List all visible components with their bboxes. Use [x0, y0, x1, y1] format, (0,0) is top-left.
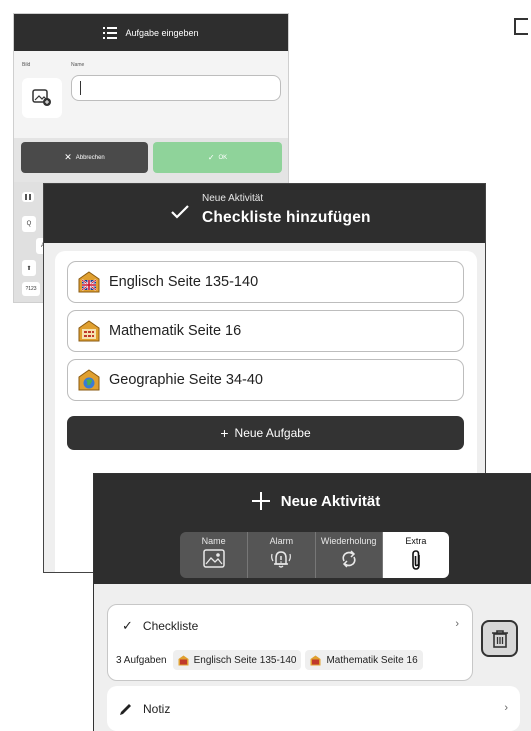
english-book-icon	[178, 655, 189, 665]
check-icon: ✓	[207, 153, 215, 162]
list-icon	[103, 26, 118, 39]
checklist-card[interactable]: ✓ Checkliste › 3 Aufgaben Englisch Seite…	[107, 604, 473, 681]
new-activity-screen: Neue Aktivität Name Alarm Wiederholung E…	[93, 473, 531, 731]
checklist-row: ✓ Checkliste	[122, 618, 198, 634]
image-label: Bild	[22, 62, 31, 68]
task-row-english[interactable]: Englisch Seite 135-140	[67, 261, 464, 303]
alarm-icon	[271, 551, 292, 568]
task-label: Geographie Seite 34-40	[109, 372, 263, 388]
repeat-icon	[342, 550, 356, 568]
check-icon: ✓	[122, 618, 133, 633]
note-label: Notiz	[143, 701, 171, 716]
checklist-header: Neue Aktivität Checkliste hinzufügen	[44, 184, 485, 243]
checklist-label: Checkliste	[142, 619, 199, 633]
math-book-icon	[310, 655, 321, 665]
keyboard-key[interactable]	[22, 192, 34, 202]
dialog-buttons: ✕ Abbrechen ✓ OK	[14, 138, 288, 182]
task-label: Mathematik Seite 16	[109, 323, 242, 339]
ok-button[interactable]: ✓ OK	[153, 142, 282, 173]
image-picker-button[interactable]	[22, 78, 62, 118]
shift-key[interactable]: ⬆	[22, 260, 36, 276]
keyboard-key-q[interactable]: Q	[22, 216, 36, 232]
pencil-icon	[120, 703, 131, 715]
ok-label: OK	[218, 154, 228, 161]
new-activity-header: Neue Aktivität Name Alarm Wiederholung E…	[94, 474, 531, 584]
key-label: Q	[26, 221, 32, 227]
chip-label: Englisch Seite 135-140	[193, 654, 297, 666]
checklist-chips: 3 Aufgaben Englisch Seite 135-140 Mathem…	[116, 650, 423, 670]
tab-repeat[interactable]: Wiederholung	[314, 532, 382, 578]
close-icon: ✕	[64, 152, 72, 162]
trash-icon	[491, 629, 508, 648]
new-activity-title-row: Neue Aktivität	[94, 491, 531, 511]
chevron-right-icon: ›	[455, 618, 459, 630]
keyboard-key-symbols[interactable]: ?123	[22, 282, 40, 296]
tab-label: Extra	[405, 536, 427, 546]
text-caret	[80, 81, 81, 95]
plus-icon	[251, 492, 270, 510]
delete-button[interactable]	[481, 620, 518, 657]
task-row-math[interactable]: Mathematik Seite 16	[67, 310, 464, 352]
add-image-icon	[32, 89, 51, 106]
tab-label: Wiederholung	[320, 536, 377, 546]
name-input[interactable]	[71, 75, 281, 101]
new-activity-body: ✓ Checkliste › 3 Aufgaben Englisch Seite…	[94, 584, 531, 731]
task-count-label: 3 Aufgaben	[116, 654, 167, 666]
task-input-title: Aufgabe eingeben	[125, 27, 199, 38]
partial-frame-edge	[514, 18, 528, 35]
plus-icon: +	[220, 425, 229, 441]
english-book-icon	[78, 271, 100, 293]
shift-icon: ⬆	[26, 265, 32, 272]
task-input-form: Bild Name	[14, 51, 288, 138]
checklist-title: Checkliste hinzufügen	[202, 209, 371, 226]
geography-book-icon	[78, 369, 100, 391]
new-task-button[interactable]: + Neue Aufgabe	[67, 416, 464, 450]
paperclip-icon	[412, 550, 420, 570]
confirm-check-icon[interactable]	[170, 204, 190, 220]
task-input-header: Aufgabe eingeben	[14, 14, 288, 51]
checklist-chip: Englisch Seite 135-140	[172, 650, 302, 670]
checklist-subtitle: Neue Aktivität	[202, 193, 264, 204]
note-row[interactable]: Notiz ›	[107, 686, 520, 731]
name-label: Name	[71, 62, 85, 68]
cancel-button[interactable]: ✕ Abbrechen	[21, 142, 148, 173]
chip-label: Mathematik Seite 16	[326, 654, 418, 666]
task-row-geography[interactable]: Geographie Seite 34-40	[67, 359, 464, 401]
checklist-chip: Mathematik Seite 16	[305, 650, 423, 670]
tab-extra[interactable]: Extra	[381, 532, 449, 578]
tab-label: Alarm	[269, 536, 294, 546]
image-icon	[202, 549, 225, 568]
chevron-right-icon: ›	[504, 702, 508, 714]
math-book-icon	[78, 320, 100, 342]
tab-name[interactable]: Name	[180, 532, 247, 578]
cancel-label: Abbrechen	[75, 154, 105, 161]
activity-tabs: Name Alarm Wiederholung Extra	[180, 532, 449, 578]
key-label: ?123	[25, 286, 37, 292]
new-activity-title: Neue Aktivität	[280, 492, 381, 510]
tab-alarm[interactable]: Alarm	[247, 532, 314, 578]
grid-icon	[25, 194, 31, 200]
tab-label: Name	[201, 536, 226, 546]
new-task-label: Neue Aufgabe	[234, 426, 311, 440]
task-label: Englisch Seite 135-140	[109, 274, 259, 290]
